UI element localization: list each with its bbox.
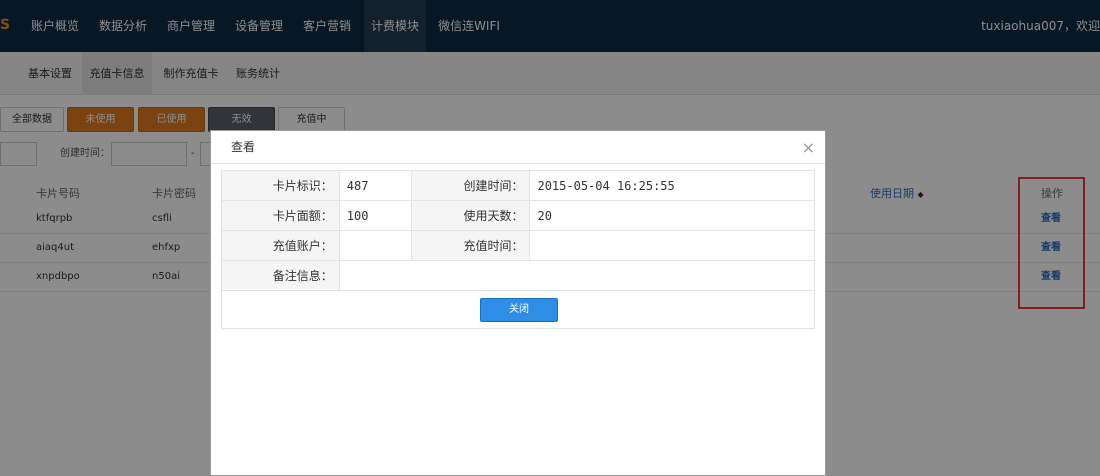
value-card-amount: 100: [338, 200, 412, 231]
label-created-time: 创建时间：: [410, 170, 531, 201]
value-recharge-account: [338, 230, 412, 261]
value-usage-days: 20: [529, 200, 815, 231]
modal-title: 查看: [231, 140, 256, 154]
value-created-time: 2015-05-04 16:25:55: [529, 170, 815, 201]
label-card-amount: 卡片面额：: [221, 200, 340, 231]
close-icon[interactable]: ×: [802, 131, 815, 164]
modal-header: 查看 ×: [211, 131, 825, 164]
view-modal: 查看 × 卡片标识： 487 创建时间： 2015-05-04 16:25:55…: [210, 130, 826, 476]
value-remark: [338, 260, 816, 291]
close-button[interactable]: 关闭: [480, 298, 558, 322]
label-remark: 备注信息：: [221, 260, 340, 291]
value-card-id: 487: [338, 170, 412, 201]
label-recharge-time: 充值时间：: [410, 230, 531, 261]
value-recharge-time: [529, 230, 815, 261]
card-info-table: 卡片标识： 487 创建时间： 2015-05-04 16:25:55 卡片面额…: [221, 170, 816, 291]
label-card-id: 卡片标识：: [221, 170, 340, 201]
modal-footer: 关闭: [221, 291, 815, 329]
label-usage-days: 使用天数：: [410, 200, 531, 231]
label-recharge-account: 充值账户：: [221, 230, 340, 261]
